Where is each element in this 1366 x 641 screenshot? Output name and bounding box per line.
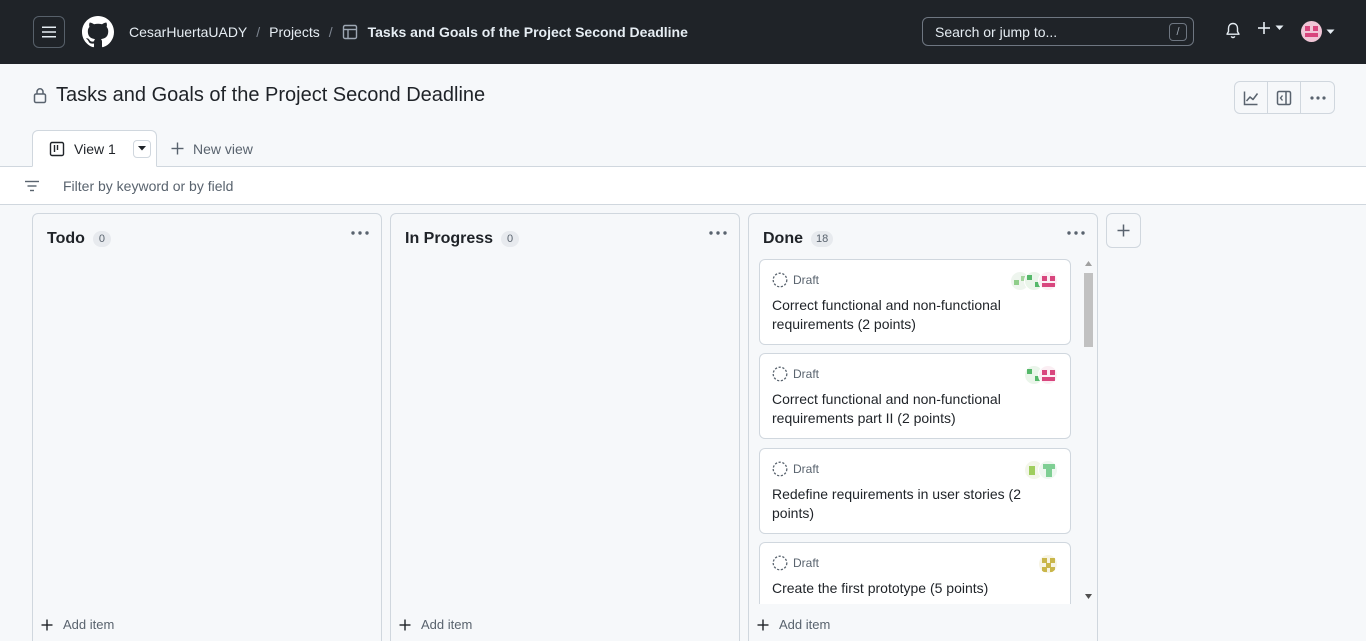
column-done: Done 18 Draft Correct functional and non… (748, 213, 1098, 641)
avatar (1038, 365, 1058, 385)
kebab-horizontal-icon[interactable] (351, 231, 369, 235)
view-options-button[interactable] (132, 139, 151, 158)
plus-icon (171, 142, 184, 155)
view-tabs: View 1 New view (32, 130, 253, 167)
triangle-down-icon (1326, 29, 1335, 34)
avatar (1038, 554, 1058, 574)
board: Todo 0 Add item In Progress 0 Add item D… (0, 206, 1366, 641)
card[interactable]: Draft Redefine requirements in user stor… (759, 448, 1071, 534)
page-title: Tasks and Goals of the Project Second De… (56, 84, 486, 106)
card[interactable]: Draft Correct functional and non-functio… (759, 353, 1071, 439)
add-item-button[interactable]: Add item (757, 617, 830, 632)
add-item-button[interactable]: Add item (399, 617, 472, 632)
card-status: Draft (793, 273, 820, 287)
new-view-button[interactable]: New view (171, 130, 253, 167)
assignees (1038, 554, 1058, 574)
filter-bar[interactable]: Filter by keyword or by field (0, 167, 1366, 205)
column-title: Done (763, 230, 803, 247)
kebab-horizontal-icon[interactable] (709, 231, 727, 235)
table-icon (342, 24, 357, 40)
add-column-button[interactable] (1106, 213, 1141, 248)
lock-icon (33, 88, 47, 104)
card-status: Draft (793, 556, 820, 570)
column-count: 0 (501, 231, 520, 247)
search-placeholder: Search or jump to... (935, 23, 1058, 40)
assignees (1024, 460, 1058, 480)
column-title: In Progress (405, 230, 494, 247)
avatar (1038, 271, 1058, 291)
add-item-button[interactable]: Add item (41, 617, 114, 632)
column-title: Todo (47, 230, 85, 247)
triangle-down-icon (137, 146, 146, 151)
column-in-progress: In Progress 0 Add item (390, 213, 740, 641)
more-options-button[interactable] (1301, 82, 1334, 113)
github-logo-icon[interactable] (82, 16, 114, 48)
triangle-down-icon (1275, 25, 1284, 30)
insights-button[interactable] (1235, 82, 1268, 113)
scrollbar-thumb[interactable] (1084, 273, 1093, 347)
card-list: Draft Correct functional and non-functio… (759, 259, 1071, 604)
plus-icon (757, 619, 769, 630)
tab-view-1[interactable]: View 1 (32, 130, 157, 167)
card-title[interactable]: Correct functional and non-functional re… (772, 390, 1032, 428)
side-panel-button[interactable] (1268, 82, 1301, 113)
column-todo: Todo 0 Add item (32, 213, 382, 641)
menu-button[interactable] (33, 16, 65, 48)
draft-icon (772, 555, 788, 571)
column-count: 18 (811, 231, 834, 247)
draft-icon (772, 272, 788, 288)
card-title[interactable]: Correct functional and non-functional re… (772, 296, 1032, 334)
card[interactable]: Draft Correct functional and non-functio… (759, 259, 1071, 345)
header-actions (1234, 81, 1335, 114)
assignees (1024, 365, 1058, 385)
plus-icon (1117, 224, 1130, 237)
card-status: Draft (793, 367, 820, 381)
sidebar-expand-icon (1276, 90, 1292, 105)
kebab-horizontal-icon[interactable] (1067, 231, 1085, 235)
user-menu-button[interactable] (1301, 21, 1335, 42)
scrollbar[interactable] (1082, 259, 1094, 604)
breadcrumb-projects[interactable]: Projects (269, 24, 320, 40)
card-title[interactable]: Create the first prototype (5 points) (772, 579, 1032, 598)
project-board-icon (49, 141, 65, 156)
search-input[interactable]: Search or jump to... / (922, 17, 1194, 46)
column-count: 0 (92, 231, 111, 247)
search-shortcut: / (1169, 23, 1187, 41)
kebab-horizontal-icon (1309, 95, 1326, 100)
breadcrumb: CesarHuertaUADY / Projects / Tasks and G… (129, 24, 688, 40)
draft-icon (772, 461, 788, 477)
scroll-down-arrow-icon[interactable] (1085, 594, 1092, 599)
filter-icon (25, 180, 39, 191)
scroll-up-arrow-icon[interactable] (1085, 261, 1092, 266)
plus-icon (1258, 22, 1270, 34)
card-title[interactable]: Redefine requirements in user stories (2… (772, 485, 1032, 523)
plus-icon (399, 619, 411, 630)
add-item-label: Add item (779, 617, 831, 632)
card[interactable]: Draft Create the first prototype (5 poin… (759, 542, 1071, 604)
plus-icon (41, 619, 53, 630)
tab-label: View 1 (74, 140, 116, 157)
avatar (1038, 460, 1058, 480)
card-status: Draft (793, 462, 820, 476)
create-new-button[interactable] (1257, 21, 1284, 35)
filter-input[interactable]: Filter by keyword or by field (63, 178, 233, 194)
hamburger-icon (42, 26, 56, 38)
draft-icon (772, 366, 788, 382)
add-item-label: Add item (63, 617, 115, 632)
graph-icon (1243, 91, 1259, 105)
bell-icon[interactable] (1225, 22, 1241, 40)
breadcrumb-project[interactable]: Tasks and Goals of the Project Second De… (368, 24, 688, 40)
assignees (1010, 271, 1058, 291)
add-item-label: Add item (421, 617, 473, 632)
new-view-label: New view (193, 140, 253, 157)
avatar (1301, 21, 1322, 42)
breadcrumb-owner[interactable]: CesarHuertaUADY (129, 24, 247, 40)
